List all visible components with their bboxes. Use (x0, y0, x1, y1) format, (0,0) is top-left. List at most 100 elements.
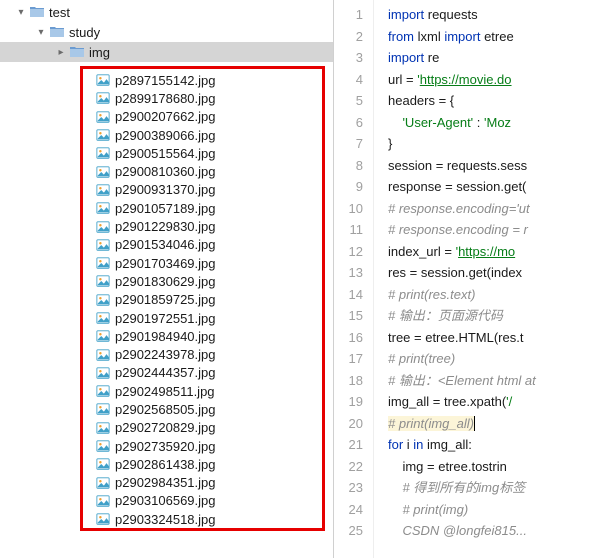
line-number: 13 (334, 262, 363, 284)
file-name: p2902984351.jpg (115, 475, 216, 490)
file-name: p2902243978.jpg (115, 347, 216, 362)
file-item[interactable]: p2902735920.jpg (83, 437, 322, 455)
file-name: p2901229830.jpg (115, 219, 216, 234)
image-file-icon (95, 255, 111, 271)
file-item[interactable]: p2902720829.jpg (83, 419, 322, 437)
folder-tree: ▾ test ▾ study ▸ img (0, 0, 333, 64)
file-item[interactable]: p2901229830.jpg (83, 217, 322, 235)
file-item[interactable]: p2902861438.jpg (83, 455, 322, 473)
folder-icon (49, 24, 65, 40)
file-item[interactable]: p2902498511.jpg (83, 382, 322, 400)
line-number: 3 (334, 47, 363, 69)
file-item[interactable]: p2901703469.jpg (83, 254, 322, 272)
file-item[interactable]: p2901859725.jpg (83, 291, 322, 309)
code-line: for i in img_all: (388, 434, 594, 456)
line-number: 7 (334, 133, 363, 155)
code-line: import re (388, 47, 594, 69)
folder-icon (69, 44, 85, 60)
line-number: 11 (334, 219, 363, 241)
code-line: # response.encoding='ut (388, 198, 594, 220)
image-file-icon (95, 511, 111, 527)
line-number: 17 (334, 348, 363, 370)
file-item[interactable]: p2899178680.jpg (83, 89, 322, 107)
line-number: 5 (334, 90, 363, 112)
line-number: 16 (334, 327, 363, 349)
file-item[interactable]: p2900515564.jpg (83, 144, 322, 162)
code-line: from lxml import etree (388, 26, 594, 48)
code-line: # 输出：页面源代码 (388, 305, 594, 327)
chevron-right-icon: ▸ (54, 47, 68, 58)
folder-label: img (89, 45, 110, 60)
line-number: 14 (334, 284, 363, 306)
image-file-icon (95, 127, 111, 143)
file-item[interactable]: p2902243978.jpg (83, 345, 322, 363)
file-name: p2901057189.jpg (115, 201, 216, 216)
image-file-icon (95, 273, 111, 289)
image-file-icon (95, 90, 111, 106)
file-item[interactable]: p2901534046.jpg (83, 236, 322, 254)
file-name: p2900389066.jpg (115, 128, 216, 143)
file-item[interactable]: p2902444357.jpg (83, 364, 322, 382)
file-name: p2902444357.jpg (115, 365, 216, 380)
line-number: 24 (334, 499, 363, 521)
file-item[interactable]: p2900389066.jpg (83, 126, 322, 144)
tree-folder-img[interactable]: ▸ img (0, 42, 333, 62)
file-name: p2903324518.jpg (115, 512, 216, 527)
line-number: 1 (334, 4, 363, 26)
file-item[interactable]: p2903324518.jpg (83, 510, 322, 528)
image-file-icon (95, 347, 111, 363)
file-explorer: ▾ test ▾ study ▸ img p2897155142.jpgp289… (0, 0, 334, 558)
image-file-icon (95, 438, 111, 454)
folder-label: study (69, 25, 100, 40)
file-name: p2902861438.jpg (115, 457, 216, 472)
line-number: 20 (334, 413, 363, 435)
code-line: tree = etree.HTML(res.t (388, 327, 594, 349)
line-number: 6 (334, 112, 363, 134)
file-name: p2901972551.jpg (115, 311, 216, 326)
line-number: 23 (334, 477, 363, 499)
line-number: 15 (334, 305, 363, 327)
code-line: # print(tree) (388, 348, 594, 370)
image-file-icon (95, 237, 111, 253)
file-item[interactable]: p2901830629.jpg (83, 272, 322, 290)
file-item[interactable]: p2902984351.jpg (83, 474, 322, 492)
code-editor: 1234567891011121314151617181920212223242… (334, 0, 594, 558)
code-line: session = requests.sess (388, 155, 594, 177)
code-line: headers = { (388, 90, 594, 112)
file-item[interactable]: p2900810360.jpg (83, 162, 322, 180)
file-item[interactable]: p2901972551.jpg (83, 309, 322, 327)
code-line: CSDN @longfei815... (388, 520, 594, 542)
line-number: 19 (334, 391, 363, 413)
file-item[interactable]: p2900207662.jpg (83, 108, 322, 126)
file-name: p2900207662.jpg (115, 109, 216, 124)
tree-folder-test[interactable]: ▾ test (0, 2, 333, 22)
line-number: 22 (334, 456, 363, 478)
code-line: response = session.get( (388, 176, 594, 198)
file-name: p2901703469.jpg (115, 256, 216, 271)
file-name: p2901859725.jpg (115, 292, 216, 307)
code-line: # print(img) (388, 499, 594, 521)
image-file-icon (95, 145, 111, 161)
image-file-icon (95, 456, 111, 472)
line-number: 9 (334, 176, 363, 198)
code-line: img_all = tree.xpath('/ (388, 391, 594, 413)
image-file-icon (95, 109, 111, 125)
code-area[interactable]: import requestsfrom lxml import etreeimp… (374, 0, 594, 558)
image-file-icon (95, 72, 111, 88)
files-highlight-box: p2897155142.jpgp2899178680.jpg p290020766… (80, 66, 325, 531)
file-item[interactable]: p2903106569.jpg (83, 492, 322, 510)
file-item[interactable]: p2901984940.jpg (83, 327, 322, 345)
tree-folder-study[interactable]: ▾ study (0, 22, 333, 42)
code-line: # print(res.text) (388, 284, 594, 306)
image-file-icon (95, 383, 111, 399)
file-item[interactable]: p2897155142.jpg (83, 71, 322, 89)
file-name: p2900931370.jpg (115, 182, 216, 197)
file-item[interactable]: p2902568505.jpg (83, 400, 322, 418)
file-name: p2900515564.jpg (115, 146, 216, 161)
code-line: } (388, 133, 594, 155)
code-line: # response.encoding = r (388, 219, 594, 241)
file-item[interactable]: p2901057189.jpg (83, 199, 322, 217)
image-file-icon (95, 493, 111, 509)
code-line: 'User-Agent' : 'Moz (388, 112, 594, 134)
file-item[interactable]: p2900931370.jpg (83, 181, 322, 199)
